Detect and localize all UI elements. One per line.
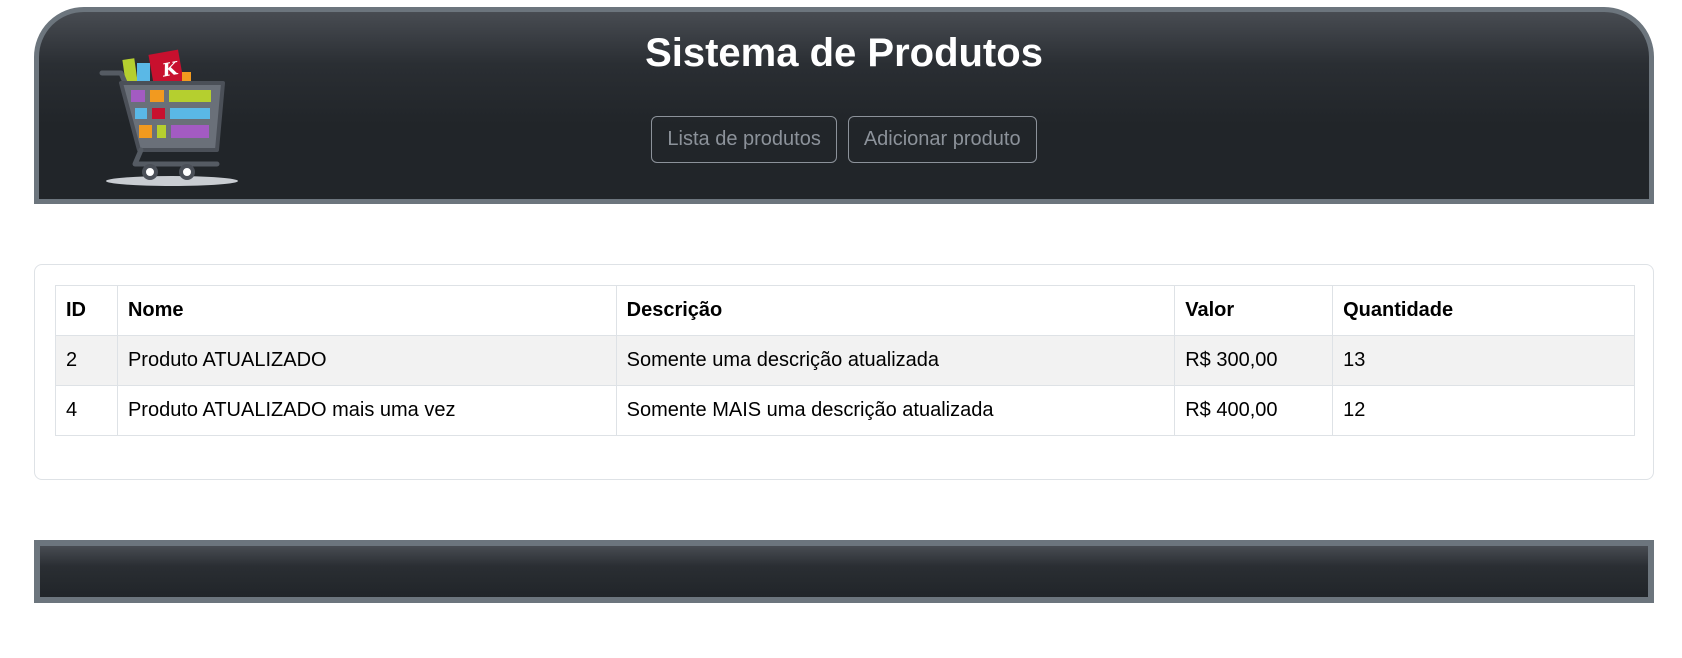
cell-valor: R$ 300,00 <box>1174 335 1334 386</box>
column-header-nome: Nome <box>116 285 617 336</box>
cell-descricao: Somente uma descrição atualizada <box>615 335 1176 386</box>
cell-quantidade: 13 <box>1332 335 1635 386</box>
page-title: Sistema de Produtos <box>645 31 1043 75</box>
products-table: ID Nome Descrição Valor Quantidade 2 Pro… <box>55 285 1635 436</box>
page-header: K Sistema de Produtos Lista de produtos <box>34 7 1654 204</box>
table-row: 2 Produto ATUALIZADO Somente uma descriç… <box>55 335 1635 386</box>
cell-id: 4 <box>55 385 118 436</box>
column-header-id: ID <box>55 285 118 336</box>
table-row: 4 Produto ATUALIZADO mais uma vez Soment… <box>55 385 1635 436</box>
products-card: ID Nome Descrição Valor Quantidade 2 Pro… <box>34 264 1654 480</box>
column-header-valor: Valor <box>1174 285 1334 336</box>
column-header-quantidade: Quantidade <box>1332 285 1635 336</box>
list-products-button[interactable]: Lista de produtos <box>651 116 837 163</box>
cell-descricao: Somente MAIS uma descrição atualizada <box>615 385 1176 436</box>
table-header-row: ID Nome Descrição Valor Quantidade <box>55 285 1635 336</box>
page-footer <box>34 540 1654 603</box>
add-product-button[interactable]: Adicionar produto <box>847 116 1037 163</box>
cell-nome: Produto ATUALIZADO mais uma vez <box>116 385 617 436</box>
cell-id: 2 <box>55 335 118 386</box>
cell-nome: Produto ATUALIZADO <box>116 335 617 386</box>
cell-valor: R$ 400,00 <box>1174 385 1334 436</box>
column-header-descricao: Descrição <box>615 285 1176 336</box>
cell-quantidade: 12 <box>1332 385 1635 436</box>
nav-bar: Lista de produtos Adicionar produto <box>39 116 1649 163</box>
